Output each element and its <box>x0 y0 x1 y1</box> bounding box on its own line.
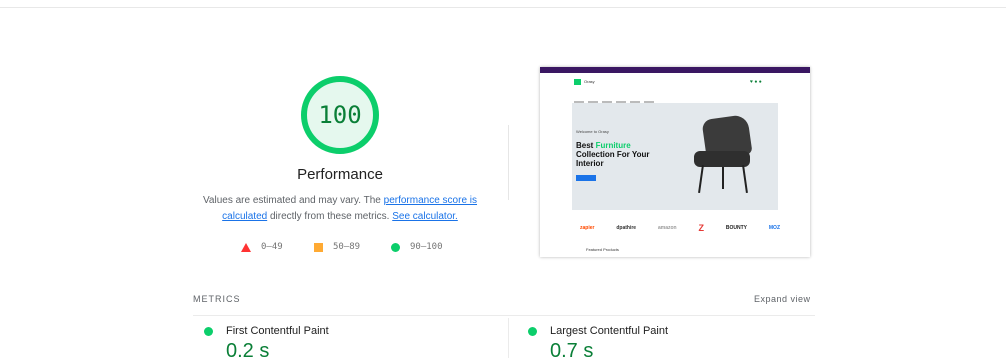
metric-fcp-value: 0.2 s <box>226 340 270 362</box>
metric-lcp: Largest Contentful Paint <box>528 324 668 338</box>
metric-fcp-label: First Contentful Paint <box>226 325 329 337</box>
metric-lcp-value: 0.7 s <box>550 340 594 362</box>
expand-view-button[interactable]: Expand view <box>754 294 811 304</box>
pass-circle-icon <box>528 326 537 336</box>
performance-gauge[interactable]: 100 <box>300 75 380 155</box>
brand-z: Z <box>698 223 704 233</box>
thumb-nav <box>574 90 779 103</box>
thumb-featured: Featured Products <box>586 247 619 252</box>
brand-amazon: amazon <box>657 225 677 231</box>
see-calculator-link[interactable]: See calculator. <box>392 211 458 222</box>
metrics-column-divider <box>508 318 509 358</box>
legend-fail-label: 0–49 <box>261 242 283 252</box>
top-divider <box>0 7 1006 8</box>
legend-average-label: 50–89 <box>333 242 361 252</box>
average-square-icon <box>314 242 323 252</box>
note-middle: directly from these metrics. <box>267 211 393 222</box>
note-prefix: Values are estimated and may vary. The <box>202 195 384 206</box>
pass-circle-icon <box>391 242 400 252</box>
legend-average: 50–89 <box>314 241 360 253</box>
brand-dpathire: dpathire <box>616 225 637 231</box>
thumb-topbar <box>540 67 810 73</box>
metrics-heading: METRICS <box>193 294 241 304</box>
brand-moz: MOZ <box>768 225 780 231</box>
thumb-shop-button <box>576 175 596 181</box>
score-note: Values are estimated and may vary. The p… <box>195 193 485 225</box>
section-divider <box>508 125 509 200</box>
legend-pass: 90–100 <box>391 241 443 253</box>
metric-fcp: First Contentful Paint <box>204 324 329 338</box>
brand-zapier: zapier <box>580 225 595 231</box>
legend-pass-label: 90–100 <box>410 242 443 252</box>
pass-circle-icon <box>204 326 213 336</box>
gauge-score: 100 <box>318 101 362 129</box>
brand-bounty: BOUNTY <box>725 225 747 231</box>
thumb-cart-icon: ♥ ● ● <box>750 79 762 85</box>
thumb-hero: Welcome to Orasy Best Furniture Collecti… <box>572 103 778 210</box>
thumb-site-name: Orasy <box>584 79 595 84</box>
legend-fail: 0–49 <box>241 241 283 253</box>
metrics-divider <box>193 315 815 316</box>
metric-lcp-label: Largest Contentful Paint <box>550 325 669 337</box>
thumb-brand-row: zapier dpathire amazon Z BOUNTY MOZ <box>580 223 780 233</box>
gauge-title: Performance <box>297 166 383 183</box>
thumb-logo-icon <box>574 79 581 85</box>
thumb-headline: Best Furniture Collection For Your Inter… <box>576 141 650 168</box>
final-screenshot[interactable]: Orasy ♥ ● ● Welcome to Orasy Best Furnit… <box>540 67 810 257</box>
fail-triangle-icon <box>241 242 251 252</box>
thumb-welcome: Welcome to Orasy <box>576 129 609 134</box>
